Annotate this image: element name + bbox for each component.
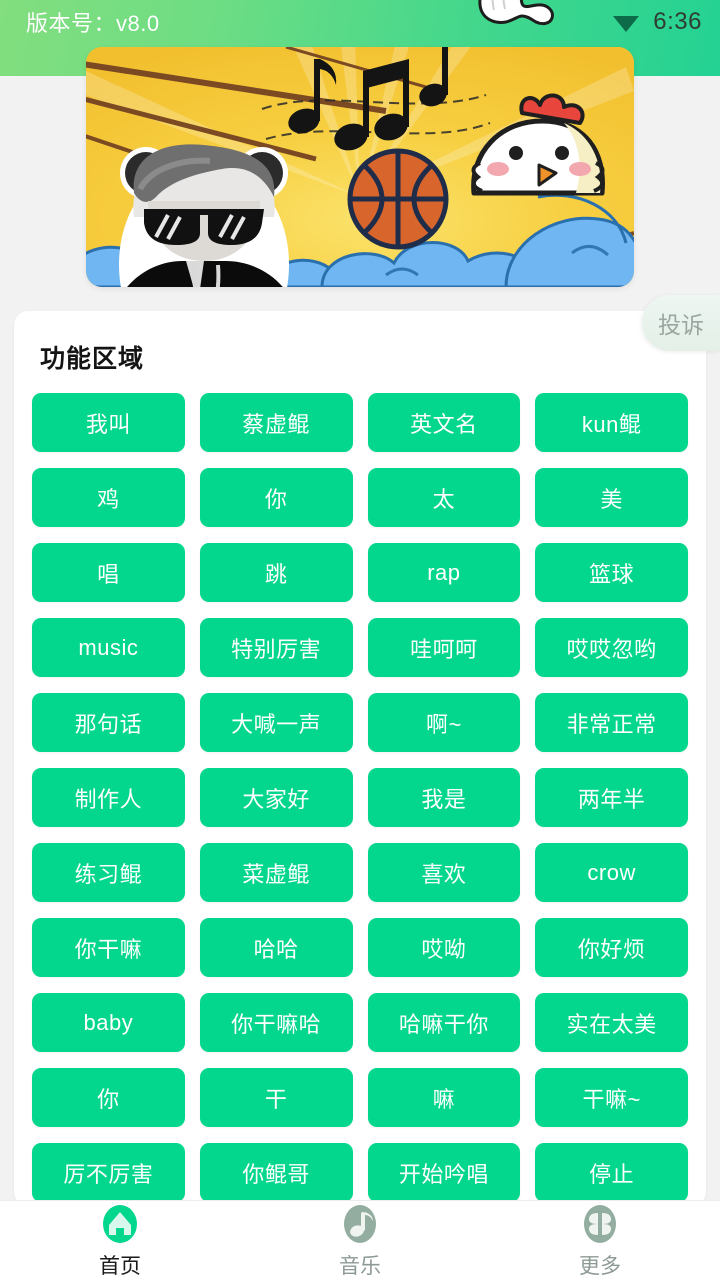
function-button[interactable]: 哎呦	[367, 918, 521, 977]
function-button[interactable]: 你	[199, 468, 353, 527]
function-button[interactable]: 大家好	[199, 768, 353, 827]
page-title: 功能区域	[40, 345, 145, 373]
function-button[interactable]: 你干嘛哈	[199, 993, 353, 1052]
music-note-icon	[338, 1202, 382, 1246]
function-button[interactable]: 蔡虚鲲	[199, 393, 353, 452]
tab-home-label: 首页	[99, 1254, 141, 1278]
function-button[interactable]: 那句话	[32, 693, 185, 752]
hand-cutout-icon	[470, 0, 556, 38]
function-button[interactable]: 制作人	[32, 768, 185, 827]
function-button[interactable]: 两年半	[535, 768, 688, 827]
function-button[interactable]: 实在太美	[535, 993, 688, 1052]
grid-more-icon	[578, 1202, 622, 1246]
function-button[interactable]: 嘛	[367, 1068, 521, 1127]
function-area-card: 功能区域 我叫 蔡虚鲲 英文名 kun鲲鸡你太美唱跳 rap 篮球 music 特别厉害 哇呵呵…	[14, 311, 706, 1206]
function-button[interactable]: 练习鲲	[32, 843, 185, 902]
function-button[interactable]: rap	[367, 543, 521, 602]
version-label: 版本号：v8.0	[26, 11, 160, 36]
function-button[interactable]: baby	[32, 993, 185, 1052]
status-bar-right: 6:36	[611, 8, 702, 36]
function-button[interactable]: 菜虚鲲	[199, 843, 353, 902]
function-button[interactable]: 特别厉害	[199, 618, 353, 677]
wifi-icon	[611, 10, 641, 34]
function-button[interactable]: 唱	[32, 543, 185, 602]
function-button[interactable]: music	[32, 618, 185, 677]
function-button[interactable]: 喜欢	[367, 843, 521, 902]
function-button[interactable]: 哎哎忽哟	[535, 618, 688, 677]
function-button[interactable]: 哇呵呵	[367, 618, 521, 677]
function-button[interactable]: 太	[367, 468, 521, 527]
function-button[interactable]: 厉不厉害	[32, 1143, 185, 1202]
function-button[interactable]: 开始吟唱	[367, 1143, 521, 1202]
function-button[interactable]: 我是	[367, 768, 521, 827]
tab-more[interactable]: 更多	[480, 1202, 720, 1280]
function-button[interactable]: 你鲲哥	[199, 1143, 353, 1202]
bottom-navigation: 首页 音乐 更多	[0, 1200, 720, 1280]
function-button[interactable]: 篮球	[535, 543, 688, 602]
complaint-label: 投诉	[658, 312, 704, 338]
function-button[interactable]: 哈嘛干你	[367, 993, 521, 1052]
function-button-grid: 我叫 蔡虚鲲 英文名 kun鲲鸡你太美唱跳 rap 篮球 music 特别厉害 哇呵呵 哎哎忽哟那…	[32, 393, 688, 1202]
app-root: 版本号：v8.0 6:36 投诉 功能区域 我叫 蔡虚鲲 英文名 kun鲲 鸡 …	[0, 0, 720, 1280]
tab-music-label: 音乐	[339, 1254, 381, 1278]
tab-music[interactable]: 音乐	[240, 1202, 480, 1280]
function-button[interactable]: 非常正常	[535, 693, 688, 752]
function-button[interactable]: 美	[535, 468, 688, 527]
function-button[interactable]: 鸡	[32, 468, 185, 527]
function-button[interactable]: 干嘛~	[535, 1068, 688, 1127]
status-bar: 版本号：v8.0 6:36	[0, 0, 720, 44]
function-button[interactable]: 你	[32, 1068, 185, 1127]
function-button[interactable]: 大喊一声	[199, 693, 353, 752]
function-button[interactable]: 你干嘛	[32, 918, 185, 977]
promo-banner[interactable]	[86, 47, 634, 287]
function-button[interactable]: crow	[535, 843, 688, 902]
function-button[interactable]: 干	[199, 1068, 353, 1127]
function-button[interactable]: 停止	[535, 1143, 688, 1202]
tab-home[interactable]: 首页	[0, 1202, 240, 1280]
clock-label: 6:36	[653, 8, 702, 35]
function-button[interactable]: 你好烦	[535, 918, 688, 977]
function-button[interactable]: 哈哈	[199, 918, 353, 977]
home-icon	[98, 1202, 142, 1246]
function-button[interactable]: 啊~	[367, 693, 521, 752]
function-button[interactable]: 跳	[199, 543, 353, 602]
complaint-button[interactable]: 投诉	[642, 295, 720, 351]
function-button[interactable]: 我叫	[32, 393, 185, 452]
function-button[interactable]: 英文名	[367, 393, 521, 452]
function-button[interactable]: kun鲲	[535, 393, 688, 452]
tab-more-label: 更多	[579, 1254, 621, 1278]
